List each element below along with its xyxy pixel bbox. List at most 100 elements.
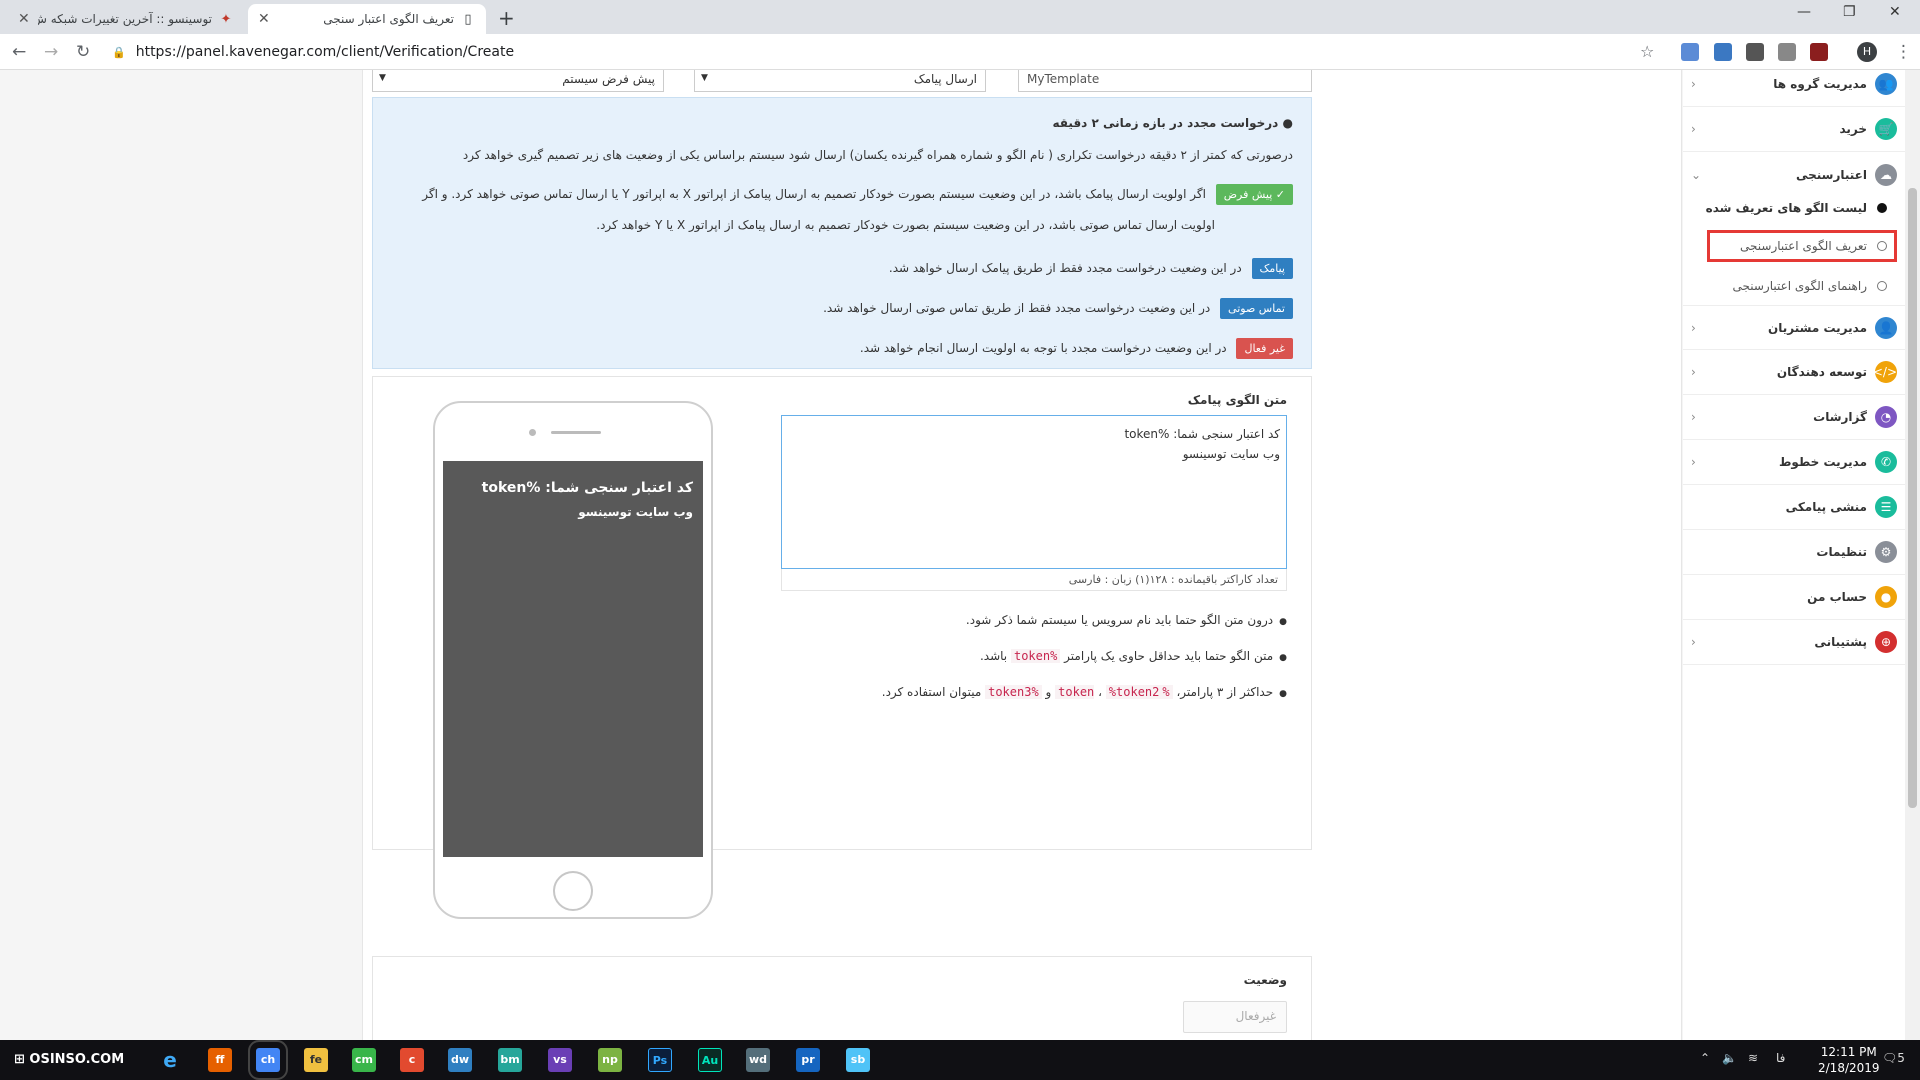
sidebar-item-developers[interactable]: </> توسعه دهندگان ‹ <box>1683 350 1905 395</box>
close-window-button[interactable]: ✕ <box>1889 4 1901 20</box>
visual-studio-icon[interactable]: vs <box>548 1048 572 1072</box>
bullet-empty-icon <box>1877 241 1887 251</box>
voice-badge: تماس صوتی <box>1220 298 1293 319</box>
extension-icon[interactable] <box>1778 43 1796 61</box>
firefox-icon[interactable]: ff <box>208 1048 232 1072</box>
default-select-value: پیش فرض سیستم <box>562 72 655 86</box>
photoshop-icon[interactable]: Ps <box>648 1048 672 1072</box>
status-card: وضعیت غیرفعال <box>372 956 1312 1040</box>
info-voice-line: تماس صوتی در این وضعیت درخواست مجدد فقط … <box>823 298 1293 319</box>
people-icon: 👤 <box>1875 316 1897 339</box>
extension-icon[interactable] <box>1746 43 1764 61</box>
extension-icon[interactable] <box>1714 43 1732 61</box>
sidebar-item-account[interactable]: ● حساب من <box>1683 575 1905 620</box>
bookmark-app-icon[interactable]: bm <box>498 1048 522 1072</box>
default-badge: ✓ پیش فرض <box>1215 184 1293 205</box>
sidebar-item-sms-secretary[interactable]: ☰ منشی پیامکی <box>1683 485 1905 530</box>
browser-toolbar: ← → ↻ 🔒 https://panel.kavenegar.com/clie… <box>0 34 1920 70</box>
drawing-app-icon[interactable]: dw <box>448 1048 472 1072</box>
word-doc-icon[interactable]: wd <box>746 1048 770 1072</box>
bullet-filled-icon <box>1877 203 1887 213</box>
phone-icon: ✆ <box>1875 451 1897 473</box>
sandbox-app-icon[interactable]: sb <box>846 1048 870 1072</box>
inbox-icon: ☰ <box>1875 496 1897 518</box>
tab-title: تعریف الگوی اعتبار سنجی <box>323 12 454 26</box>
rule-item: متن الگو حتما باید حداقل حاوی یک پارامتر… <box>882 639 1287 675</box>
tab-tosinso[interactable]: ✦ توسینسو :: آخرین تغییرات شبکه ش... ✕ <box>8 4 244 34</box>
new-tab-button[interactable]: + <box>498 6 515 30</box>
windows-taskbar: ⊞ OSINSO.COM e ff ch fe cm c dw bm vs np… <box>0 1040 1920 1080</box>
info-title: ● درخواست مجدد در بازه زمانی ۲ دقیقه <box>1052 116 1293 130</box>
info-sms-line: پیامک در این وضعیت درخواست مجدد فقط از ط… <box>889 258 1293 279</box>
cloud-icon: ☁ <box>1875 163 1897 186</box>
lock-icon: 🔒 <box>112 45 126 59</box>
system-clock[interactable]: 12:11 PM 2/18/2019 <box>1818 1044 1880 1076</box>
tab-title: توسینسو :: آخرین تغییرات شبکه ش... <box>37 12 212 26</box>
page-scrollbar[interactable] <box>1905 70 1920 1040</box>
tosinso-favicon-icon: ✦ <box>220 11 232 27</box>
bullet-empty-icon <box>1877 281 1887 291</box>
file-explorer-icon[interactable]: fe <box>304 1048 328 1072</box>
language-indicator[interactable]: فا <box>1776 1051 1785 1065</box>
minimize-button[interactable]: — <box>1797 4 1811 20</box>
back-icon[interactable]: ← <box>12 42 26 62</box>
status-toggle[interactable]: غیرفعال <box>1183 1001 1287 1033</box>
tray-chevron-icon[interactable]: ⌃ <box>1700 1051 1710 1065</box>
tab-verification[interactable]: ▯ تعریف الگوی اعتبار سنجی ✕ <box>248 4 486 34</box>
scrollbar-thumb[interactable] <box>1908 188 1917 808</box>
code-icon: </> <box>1873 361 1897 383</box>
pdf-extension-icon[interactable] <box>1810 43 1828 61</box>
profile-avatar[interactable]: H <box>1857 42 1877 62</box>
template-rules: درون متن الگو حتما باید نام سرویس یا سیس… <box>882 603 1287 711</box>
notifications-icon[interactable]: 🗨5 <box>1882 1051 1905 1065</box>
send-type-select[interactable]: ارسال پیامک ▼ <box>694 70 986 92</box>
restore-button[interactable]: ❐ <box>1843 4 1856 20</box>
template-textarea[interactable]: کد اعتبار سنجی شما: %token وب سایت توسین… <box>781 415 1287 569</box>
sidebar-item-support[interactable]: ⊕ پشتیبانی ‹ <box>1683 620 1905 665</box>
gear-icon: ⚙ <box>1875 541 1897 563</box>
edge-icon[interactable]: e <box>158 1048 182 1072</box>
chrome-icon[interactable]: ch <box>248 1040 288 1080</box>
sidebar-item-settings[interactable]: ⚙ تنظیمات <box>1683 530 1905 575</box>
camtasia-icon[interactable]: cm <box>352 1048 376 1072</box>
chart-icon: ◔ <box>1875 406 1897 428</box>
presentation-app-icon[interactable]: pr <box>796 1048 820 1072</box>
users-icon: 👥 <box>1875 73 1897 95</box>
rule-item: حداکثر از ۳ پارامتر، %token ، %token2 و … <box>882 675 1287 711</box>
reload-icon[interactable]: ↻ <box>76 42 90 62</box>
info-default-line: ✓ پیش فرض اگر اولویت ارسال پیامک باشد، د… <box>422 184 1293 205</box>
start-button[interactable]: ⊞ OSINSO.COM <box>14 1052 124 1067</box>
volume-icon[interactable]: 🔈 <box>1722 1051 1737 1065</box>
template-card: متن الگوی پیامک کد اعتبار سنجی شما: %tok… <box>372 376 1312 919</box>
default-select[interactable]: پیش فرض سیستم ▼ <box>372 70 664 92</box>
forward-icon[interactable]: → <box>44 42 58 62</box>
template-text-label: متن الگوی پیامک <box>1187 393 1287 407</box>
address-bar[interactable]: 🔒 https://panel.kavenegar.com/client/Ver… <box>112 39 1652 65</box>
chevron-left-icon: ‹ <box>1691 320 1696 335</box>
audition-icon[interactable]: Au <box>698 1048 722 1072</box>
sidebar-item-lines[interactable]: ✆ مدیریت خطوط ‹ <box>1683 440 1905 485</box>
wifi-icon[interactable]: ≋ <box>1748 1051 1758 1065</box>
extension-icon[interactable] <box>1681 43 1699 61</box>
notepad-plus-icon[interactable]: np <box>598 1048 622 1072</box>
close-tab-icon[interactable]: ✕ <box>258 11 270 27</box>
sidebar-item-verification[interactable]: ☁ اعتبارسنجی ⌄ <box>1683 152 1905 197</box>
page-viewport: پیش فرض سیستم ▼ ارسال پیامک ▼ MyTemplate… <box>0 70 1920 1040</box>
sidebar-sub-template-guide[interactable]: راهنمای الگوی اعتبارسنجی <box>1683 270 1905 302</box>
sidebar-sub-define-template[interactable]: تعریف الگوی اعتبارسنجی <box>1707 230 1897 262</box>
sidebar-item-reports[interactable]: ◔ گزارشات ‹ <box>1683 395 1905 440</box>
bookmark-star-icon[interactable]: ☆ <box>1640 42 1654 61</box>
chrome-menu-icon[interactable]: ⋮ <box>1895 42 1912 62</box>
sidebar-sub-list-templates[interactable]: لیست الگو های تعریف شده <box>1683 192 1905 224</box>
sidebar-item-purchase[interactable]: 🛒 خرید ‹ <box>1683 107 1905 152</box>
phone-camera-icon <box>529 429 536 436</box>
status-label: وضعیت <box>1243 973 1287 987</box>
close-tab-icon[interactable]: ✕ <box>18 11 30 27</box>
template-name-input[interactable]: MyTemplate <box>1018 70 1312 92</box>
app-c-icon[interactable]: c <box>400 1048 424 1072</box>
phone-home-button-icon <box>553 871 593 911</box>
sidebar-item-customers[interactable]: 👤 مدیریت مشتریان ‹ <box>1683 305 1905 350</box>
phone-screen: کد اعتبار سنجی شما: %token وب سایت توسین… <box>443 461 703 857</box>
sidebar-item-groups[interactable]: 👥 مدیریت گروه ها ‹ <box>1683 70 1905 107</box>
url-text: https://panel.kavenegar.com/client/Verif… <box>135 44 515 60</box>
